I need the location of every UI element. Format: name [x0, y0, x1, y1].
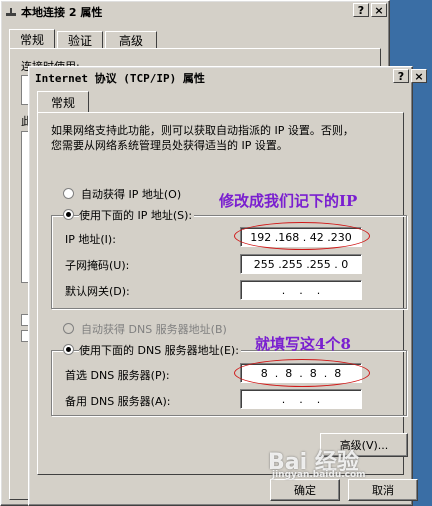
dialog-close-button[interactable]: × [411, 69, 427, 83]
back-close-button[interactable]: × [371, 3, 387, 17]
dialog-title: Internet 协议 (TCP/IP) 属性 [35, 72, 205, 85]
preferred-dns-label: 首选 DNS 服务器(P): [65, 369, 170, 382]
subnet-mask-label: 子网掩码(U): [65, 259, 130, 272]
back-window-title: 本地连接 2 属性 [21, 6, 103, 19]
back-tab-auth[interactable]: 验证 [57, 31, 103, 49]
ok-button[interactable]: 确定 [270, 479, 340, 501]
subnet-mask-field[interactable]: 255 .255 .255 . 0 [240, 254, 362, 274]
back-tab-general[interactable]: 常规 [9, 29, 55, 49]
back-tab-advanced[interactable]: 高级 [105, 31, 157, 49]
cancel-button[interactable]: 取消 [348, 479, 418, 501]
network-icon [5, 7, 17, 17]
dns-highlight-circle [234, 359, 370, 387]
radio-auto-dns-label[interactable]: 自动获得 DNS 服务器地址(B) [81, 321, 227, 337]
watermark-url: jingyan.baidu.com [272, 470, 366, 480]
radio-auto-ip[interactable] [63, 188, 74, 199]
alternate-dns-label: 备用 DNS 服务器(A): [65, 395, 171, 408]
radio-manual-dns-label[interactable]: 使用下面的 DNS 服务器地址(E): [79, 342, 241, 358]
dns-annotation-text: 就填写这4个8 [255, 335, 351, 353]
back-window-titlebar: 本地连接 2 属性 [3, 3, 387, 21]
radio-manual-dns[interactable] [63, 344, 74, 355]
gateway-field[interactable]: . . . [240, 280, 362, 300]
radio-auto-ip-label[interactable]: 自动获得 IP 地址(O) [81, 186, 181, 202]
tcpip-dialog: Internet 协议 (TCP/IP) 属性 ? × 常规 如果网络支持此功能… [28, 66, 427, 506]
radio-manual-ip-label[interactable]: 使用下面的 IP 地址(S): [79, 207, 195, 223]
tab-general[interactable]: 常规 [37, 91, 89, 113]
dialog-titlebar: Internet 协议 (TCP/IP) 属性 [31, 69, 410, 87]
alternate-dns-field[interactable]: . . . [240, 389, 362, 409]
radio-auto-dns[interactable] [63, 323, 74, 334]
dialog-description: 如果网络支持此功能，则可以获取自动指派的 IP 设置。否则， 您需要从网络系统管… [51, 124, 354, 152]
dialog-help-button[interactable]: ? [393, 69, 409, 83]
ip-address-label: IP 地址(I): [65, 233, 116, 246]
back-help-button[interactable]: ? [353, 3, 369, 17]
radio-manual-ip[interactable] [63, 209, 74, 220]
ip-annotation-text: 修改成我们记下的IP [219, 192, 358, 210]
ip-highlight-circle [234, 222, 370, 250]
gateway-label: 默认网关(D): [65, 285, 130, 298]
